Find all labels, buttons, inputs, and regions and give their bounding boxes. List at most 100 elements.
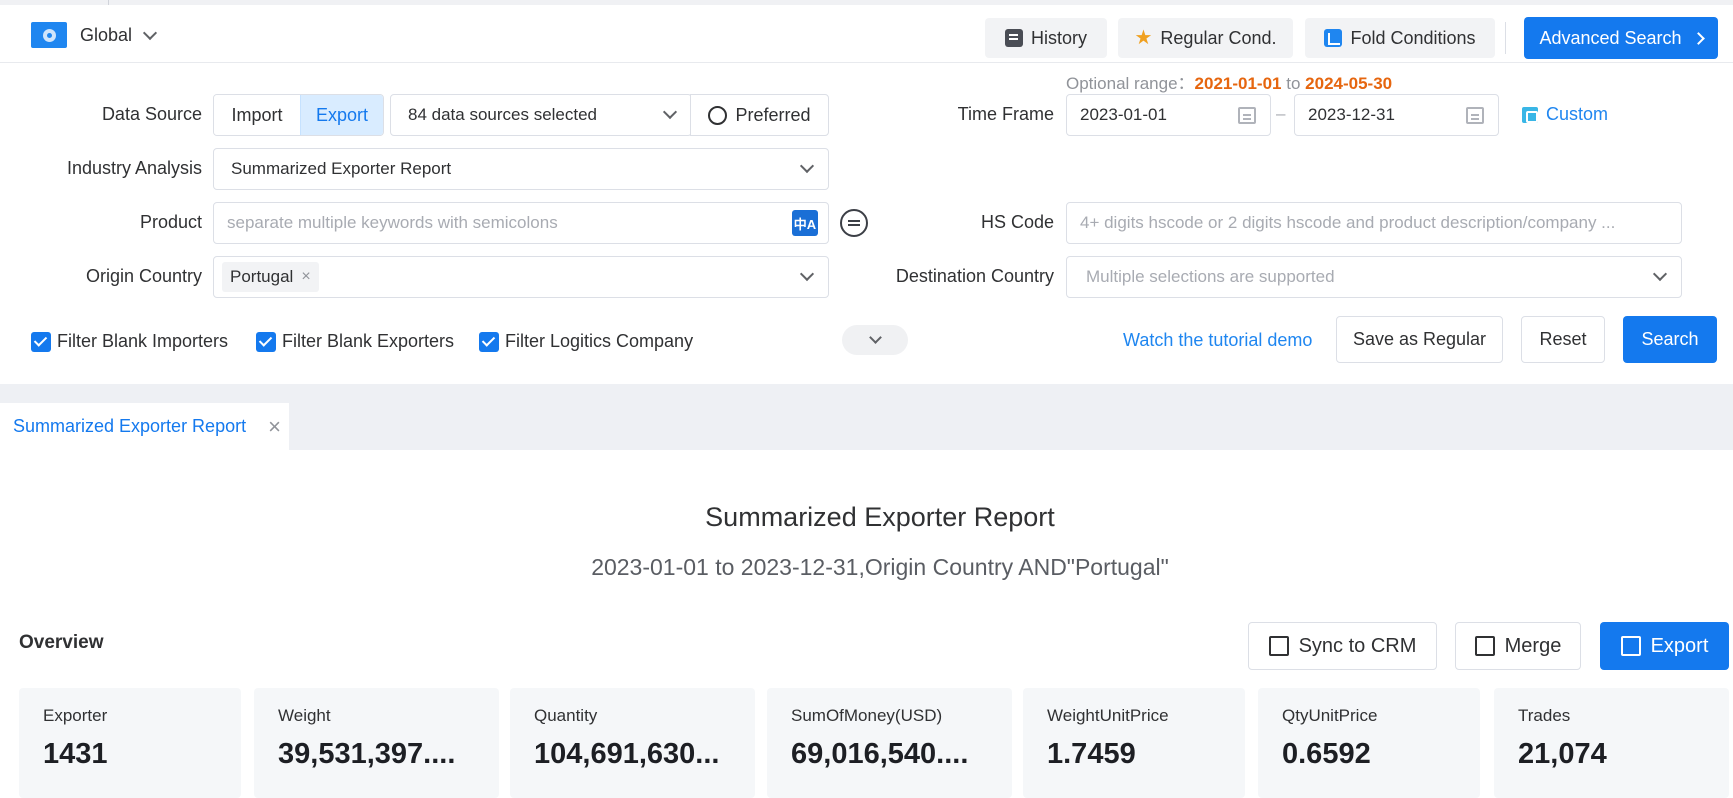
destination-country-select[interactable]: Multiple selections are supported: [1066, 256, 1682, 298]
overview-heading: Overview: [19, 632, 104, 653]
chevron-right-icon: [1691, 31, 1705, 45]
custom-range-button[interactable]: Custom: [1522, 104, 1608, 125]
stat-value: 104,691,630...: [534, 738, 720, 770]
stat-card-exporter: Exporter 1431: [19, 688, 241, 798]
destination-placeholder: Multiple selections are supported: [1086, 267, 1335, 286]
close-icon[interactable]: ×: [268, 415, 281, 437]
history-icon: [1004, 29, 1023, 47]
origin-country-select[interactable]: Portugal ×: [213, 256, 829, 298]
preferred-label: Preferred: [735, 104, 811, 125]
industry-analysis-select[interactable]: Summarized Exporter Report: [213, 148, 829, 190]
check-circle-icon: [708, 105, 728, 125]
export-button[interactable]: Export: [1600, 622, 1729, 670]
checkbox-checked-icon: [256, 331, 276, 352]
regular-label: Regular Cond.: [1160, 27, 1277, 48]
filter-blank-importers-checkbox[interactable]: Filter Blank Importers: [31, 331, 228, 352]
region-selector[interactable]: Global: [31, 21, 158, 49]
tutorial-demo-link[interactable]: Watch the tutorial demo: [1123, 330, 1312, 351]
star-icon: ★: [1134, 27, 1153, 49]
chevron-down-icon: [799, 266, 815, 282]
custom-icon: [1522, 106, 1538, 123]
stat-value: 69,016,540....: [791, 738, 969, 770]
chevron-down-icon: [142, 25, 158, 40]
fold-icon: [1324, 29, 1343, 47]
search-button[interactable]: Search: [1623, 316, 1717, 363]
product-placeholder: separate multiple keywords with semicolo…: [227, 213, 558, 232]
industry-value: Summarized Exporter Report: [231, 159, 452, 178]
stat-label: Weight: [278, 706, 331, 725]
calendar-icon: [1466, 106, 1484, 124]
merge-label: Merge: [1504, 634, 1562, 657]
checkbox-checked-icon: [31, 331, 51, 352]
merge-button[interactable]: Merge: [1455, 622, 1581, 670]
stat-label: WeightUnitPrice: [1047, 706, 1169, 725]
origin-tag-label: Portugal: [230, 267, 294, 286]
stat-label: Trades: [1518, 706, 1571, 725]
reset-button[interactable]: Reset: [1521, 316, 1605, 363]
filter-logistics-checkbox[interactable]: Filter Logitics Company: [479, 331, 693, 352]
filter-exporters-label: Filter Blank Exporters: [282, 331, 455, 351]
stat-card-weight: Weight 39,531,397....: [254, 688, 499, 798]
sync-icon: [1268, 636, 1289, 656]
start-date-value: 2023-01-01: [1080, 105, 1167, 124]
translate-icon[interactable]: 中A: [792, 210, 818, 236]
filter-blank-exporters-checkbox[interactable]: Filter Blank Exporters: [256, 331, 454, 352]
stat-value: 39,531,397....: [278, 738, 456, 770]
save-as-regular-button[interactable]: Save as Regular: [1336, 316, 1503, 363]
time-frame-label: Time Frame: [957, 104, 1054, 124]
report-subtitle: 2023-01-01 to 2023-12-31,Origin Country …: [591, 554, 1169, 580]
history-button[interactable]: History: [985, 18, 1107, 58]
hs-code-placeholder: 4+ digits hscode or 2 digits hscode and …: [1080, 213, 1616, 232]
filter-importers-label: Filter Blank Importers: [57, 331, 229, 351]
stat-card-sum-of-money: SumOfMoney(USD) 69,016,540....: [767, 688, 1012, 798]
stat-value: 1.7459: [1047, 738, 1136, 770]
tab-summarized-exporter-report[interactable]: Summarized Exporter Report ×: [0, 403, 289, 450]
chevron-down-icon: [799, 158, 815, 174]
regular-conditions-button[interactable]: ★ Regular Cond.: [1118, 18, 1293, 58]
hs-code-label: HS Code: [980, 212, 1054, 232]
advanced-label: Advanced Search: [1539, 27, 1682, 48]
filter-logistics-label: Filter Logitics Company: [505, 331, 694, 351]
hs-code-input[interactable]: 4+ digits hscode or 2 digits hscode and …: [1066, 202, 1682, 244]
destination-country-label: Destination Country: [895, 266, 1054, 286]
merge-icon: [1474, 636, 1495, 656]
preferred-button[interactable]: Preferred: [690, 94, 829, 136]
top-header: Global History ★ Regular Cond. Fold Cond…: [0, 5, 1733, 63]
optional-range-end: 2024-05-30: [1305, 74, 1393, 93]
product-label: Product: [139, 212, 202, 232]
optional-range-label: Optional range：: [1066, 74, 1195, 93]
stat-label: SumOfMoney(USD): [791, 706, 943, 725]
stat-card-trades: Trades 21,074: [1494, 688, 1729, 798]
fold-conditions-button[interactable]: Fold Conditions: [1305, 18, 1495, 58]
expand-more-button[interactable]: [842, 325, 908, 355]
export-option[interactable]: Export: [300, 95, 383, 135]
tag-close-icon[interactable]: ×: [301, 268, 310, 286]
stat-value: 21,074: [1518, 738, 1607, 770]
sync-to-crm-button[interactable]: Sync to CRM: [1248, 622, 1437, 670]
tab-label: Summarized Exporter Report: [13, 416, 247, 436]
data-source-label: Data Source: [101, 104, 202, 124]
checkbox-checked-icon: [479, 331, 499, 352]
calendar-icon: [1238, 106, 1256, 124]
header-divider: [1505, 22, 1506, 54]
sync-label: Sync to CRM: [1298, 634, 1417, 657]
chevron-down-icon: [662, 104, 678, 120]
import-option[interactable]: Import: [214, 95, 300, 135]
end-date-input[interactable]: 2023-12-31: [1294, 94, 1499, 136]
industry-analysis-label: Industry Analysis: [66, 158, 202, 178]
stat-label: QtyUnitPrice: [1282, 706, 1378, 725]
advanced-search-button[interactable]: Advanced Search: [1524, 17, 1718, 59]
fold-label: Fold Conditions: [1350, 27, 1476, 48]
product-input[interactable]: separate multiple keywords with semicolo…: [213, 202, 829, 244]
stat-value: 1431: [43, 738, 108, 770]
keyword-search-icon[interactable]: [840, 209, 868, 237]
export-icon: [1620, 636, 1641, 656]
chevron-down-icon: [1652, 266, 1668, 282]
stat-label: Quantity: [534, 706, 598, 725]
optional-range-to: to: [1286, 74, 1301, 93]
start-date-input[interactable]: 2023-01-01: [1066, 94, 1271, 136]
stat-card-qty-unit-price: QtyUnitPrice 0.6592: [1258, 688, 1480, 798]
data-sources-select[interactable]: 84 data sources selected: [390, 94, 692, 136]
optional-range-start: 2021-01-01: [1194, 74, 1282, 93]
origin-country-label: Origin Country: [85, 266, 202, 286]
